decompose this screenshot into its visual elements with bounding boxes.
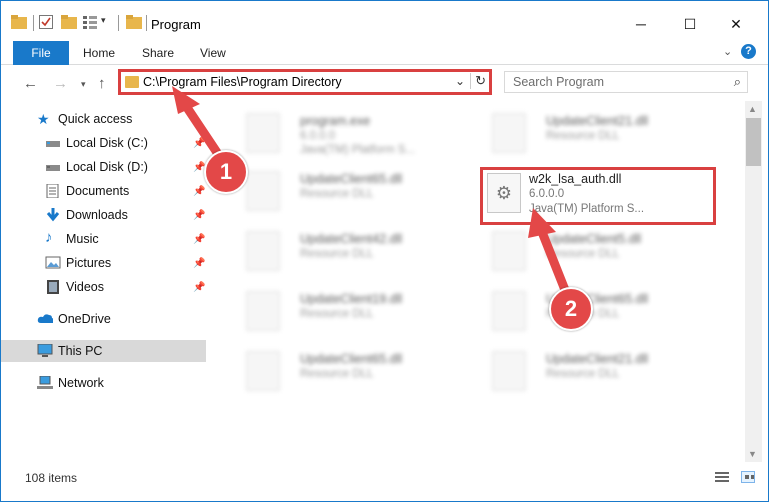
step-badge-2: 2 bbox=[549, 287, 593, 331]
arrow-head-icon bbox=[172, 86, 200, 114]
annotation-overlay bbox=[172, 86, 572, 300]
arrow-head-icon bbox=[528, 208, 556, 238]
step-badge-1: 1 bbox=[204, 150, 248, 194]
annotation-arrow bbox=[537, 227, 572, 300]
